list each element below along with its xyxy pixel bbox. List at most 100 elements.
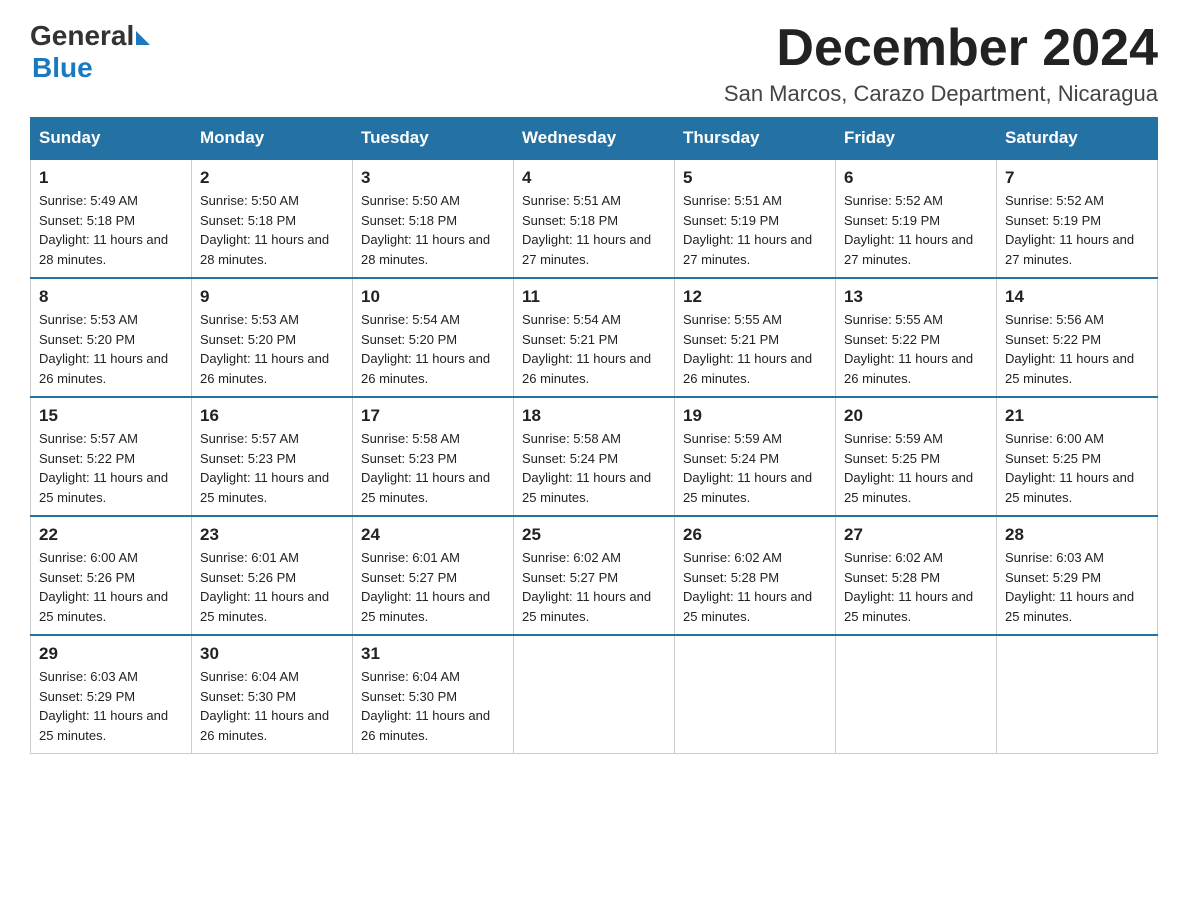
day-info: Sunrise: 6:02 AMSunset: 5:28 PMDaylight:… (683, 548, 827, 626)
calendar-cell: 25Sunrise: 6:02 AMSunset: 5:27 PMDayligh… (514, 516, 675, 635)
calendar-cell: 26 Sunrise: 6:02 AMSunset: 5:28 PMDayligh… (675, 516, 836, 635)
calendar-cell: 17 Sunrise: 5:58 AMSunset: 5:23 PMDayligh… (353, 397, 514, 516)
day-number: 23 (200, 525, 344, 545)
calendar-cell: 6Sunrise: 5:52 AMSunset: 5:19 PMDaylight… (836, 159, 997, 278)
calendar-cell: 19 Sunrise: 5:59 AMSunset: 5:24 PMDayligh… (675, 397, 836, 516)
day-info: Sunrise: 5:53 AMSunset: 5:20 PMDaylight:… (200, 310, 344, 388)
calendar-cell: 8 Sunrise: 5:53 AMSunset: 5:20 PMDaylight… (31, 278, 192, 397)
calendar-cell: 12 Sunrise: 5:55 AMSunset: 5:21 PMDayligh… (675, 278, 836, 397)
day-info: Sunrise: 6:03 AMSunset: 5:29 PMDaylight:… (39, 667, 183, 745)
calendar-cell: 31 Sunrise: 6:04 AMSunset: 5:30 PMDayligh… (353, 635, 514, 754)
day-number: 31 (361, 644, 505, 664)
logo-blue-text: Blue (32, 52, 150, 84)
day-number: 29 (39, 644, 183, 664)
week-row: 29 Sunrise: 6:03 AMSunset: 5:29 PMDayligh… (31, 635, 1158, 754)
day-number: 30 (200, 644, 344, 664)
day-number: 6 (844, 168, 988, 188)
day-info: Sunrise: 5:55 AMSunset: 5:21 PMDaylight:… (683, 310, 827, 388)
calendar-cell: 5Sunrise: 5:51 AMSunset: 5:19 PMDaylight… (675, 159, 836, 278)
calendar-cell (675, 635, 836, 754)
day-number: 21 (1005, 406, 1149, 426)
day-info: Sunrise: 5:49 AMSunset: 5:18 PMDaylight:… (39, 191, 183, 269)
day-number: 15 (39, 406, 183, 426)
day-info: Sunrise: 5:59 AMSunset: 5:25 PMDaylight:… (844, 429, 988, 507)
day-info: Sunrise: 5:51 AMSunset: 5:19 PMDaylight:… (683, 191, 827, 269)
day-number: 14 (1005, 287, 1149, 307)
day-number: 18 (522, 406, 666, 426)
calendar-cell: 14 Sunrise: 5:56 AMSunset: 5:22 PMDayligh… (997, 278, 1158, 397)
day-number: 10 (361, 287, 505, 307)
day-of-week-header: Monday (192, 118, 353, 160)
week-row: 22 Sunrise: 6:00 AMSunset: 5:26 PMDayligh… (31, 516, 1158, 635)
week-row: 15 Sunrise: 5:57 AMSunset: 5:22 PMDayligh… (31, 397, 1158, 516)
calendar-cell: 10 Sunrise: 5:54 AMSunset: 5:20 PMDayligh… (353, 278, 514, 397)
day-number: 20 (844, 406, 988, 426)
day-info: Sunrise: 5:52 AMSunset: 5:19 PMDaylight:… (1005, 191, 1149, 269)
day-info: Sunrise: 5:59 AMSunset: 5:24 PMDaylight:… (683, 429, 827, 507)
calendar-cell: 13Sunrise: 5:55 AMSunset: 5:22 PMDayligh… (836, 278, 997, 397)
logo-general-text: General (30, 20, 134, 52)
day-number: 7 (1005, 168, 1149, 188)
day-info: Sunrise: 5:56 AMSunset: 5:22 PMDaylight:… (1005, 310, 1149, 388)
calendar-cell: 7 Sunrise: 5:52 AMSunset: 5:19 PMDaylight… (997, 159, 1158, 278)
location-title: San Marcos, Carazo Department, Nicaragua (724, 81, 1158, 107)
calendar-cell: 28Sunrise: 6:03 AMSunset: 5:29 PMDayligh… (997, 516, 1158, 635)
calendar-cell: 20 Sunrise: 5:59 AMSunset: 5:25 PMDayligh… (836, 397, 997, 516)
day-info: Sunrise: 5:50 AMSunset: 5:18 PMDaylight:… (361, 191, 505, 269)
day-number: 22 (39, 525, 183, 545)
day-info: Sunrise: 5:57 AMSunset: 5:22 PMDaylight:… (39, 429, 183, 507)
day-of-week-header: Saturday (997, 118, 1158, 160)
calendar-cell: 2 Sunrise: 5:50 AMSunset: 5:18 PMDaylight… (192, 159, 353, 278)
day-number: 4 (522, 168, 666, 188)
day-number: 16 (200, 406, 344, 426)
day-info: Sunrise: 6:04 AMSunset: 5:30 PMDaylight:… (361, 667, 505, 745)
day-number: 26 (683, 525, 827, 545)
day-info: Sunrise: 5:54 AMSunset: 5:20 PMDaylight:… (361, 310, 505, 388)
logo-arrow-icon (136, 31, 150, 45)
day-number: 2 (200, 168, 344, 188)
day-info: Sunrise: 5:53 AMSunset: 5:20 PMDaylight:… (39, 310, 183, 388)
day-number: 8 (39, 287, 183, 307)
calendar-cell: 23 Sunrise: 6:01 AMSunset: 5:26 PMDayligh… (192, 516, 353, 635)
day-number: 17 (361, 406, 505, 426)
day-number: 3 (361, 168, 505, 188)
day-info: Sunrise: 6:00 AMSunset: 5:26 PMDaylight:… (39, 548, 183, 626)
day-number: 19 (683, 406, 827, 426)
calendar-cell (836, 635, 997, 754)
calendar-header-row: SundayMondayTuesdayWednesdayThursdayFrid… (31, 118, 1158, 160)
calendar-cell: 9Sunrise: 5:53 AMSunset: 5:20 PMDaylight… (192, 278, 353, 397)
calendar-cell: 15 Sunrise: 5:57 AMSunset: 5:22 PMDayligh… (31, 397, 192, 516)
calendar-cell: 21 Sunrise: 6:00 AMSunset: 5:25 PMDayligh… (997, 397, 1158, 516)
day-number: 12 (683, 287, 827, 307)
day-number: 11 (522, 287, 666, 307)
calendar-cell: 30 Sunrise: 6:04 AMSunset: 5:30 PMDayligh… (192, 635, 353, 754)
week-row: 1 Sunrise: 5:49 AMSunset: 5:18 PMDaylight… (31, 159, 1158, 278)
calendar-cell: 11Sunrise: 5:54 AMSunset: 5:21 PMDayligh… (514, 278, 675, 397)
calendar-cell: 1 Sunrise: 5:49 AMSunset: 5:18 PMDaylight… (31, 159, 192, 278)
week-row: 8 Sunrise: 5:53 AMSunset: 5:20 PMDaylight… (31, 278, 1158, 397)
calendar-cell: 29 Sunrise: 6:03 AMSunset: 5:29 PMDayligh… (31, 635, 192, 754)
day-info: Sunrise: 5:51 AMSunset: 5:18 PMDaylight:… (522, 191, 666, 269)
day-info: Sunrise: 6:04 AMSunset: 5:30 PMDaylight:… (200, 667, 344, 745)
day-info: Sunrise: 6:02 AMSunset: 5:28 PMDaylight:… (844, 548, 988, 626)
day-number: 1 (39, 168, 183, 188)
day-of-week-header: Friday (836, 118, 997, 160)
day-info: Sunrise: 6:01 AMSunset: 5:26 PMDaylight:… (200, 548, 344, 626)
day-of-week-header: Wednesday (514, 118, 675, 160)
page-header: General Blue December 2024 San Marcos, C… (30, 20, 1158, 107)
calendar-cell: 4 Sunrise: 5:51 AMSunset: 5:18 PMDaylight… (514, 159, 675, 278)
day-number: 24 (361, 525, 505, 545)
calendar-cell: 22 Sunrise: 6:00 AMSunset: 5:26 PMDayligh… (31, 516, 192, 635)
day-info: Sunrise: 5:58 AMSunset: 5:24 PMDaylight:… (522, 429, 666, 507)
day-info: Sunrise: 6:00 AMSunset: 5:25 PMDaylight:… (1005, 429, 1149, 507)
calendar-cell (514, 635, 675, 754)
day-info: Sunrise: 5:50 AMSunset: 5:18 PMDaylight:… (200, 191, 344, 269)
calendar-cell: 24 Sunrise: 6:01 AMSunset: 5:27 PMDayligh… (353, 516, 514, 635)
title-section: December 2024 San Marcos, Carazo Departm… (724, 20, 1158, 107)
calendar-cell (997, 635, 1158, 754)
day-info: Sunrise: 5:58 AMSunset: 5:23 PMDaylight:… (361, 429, 505, 507)
day-info: Sunrise: 5:57 AMSunset: 5:23 PMDaylight:… (200, 429, 344, 507)
day-number: 28 (1005, 525, 1149, 545)
day-info: Sunrise: 6:01 AMSunset: 5:27 PMDaylight:… (361, 548, 505, 626)
calendar-table: SundayMondayTuesdayWednesdayThursdayFrid… (30, 117, 1158, 754)
